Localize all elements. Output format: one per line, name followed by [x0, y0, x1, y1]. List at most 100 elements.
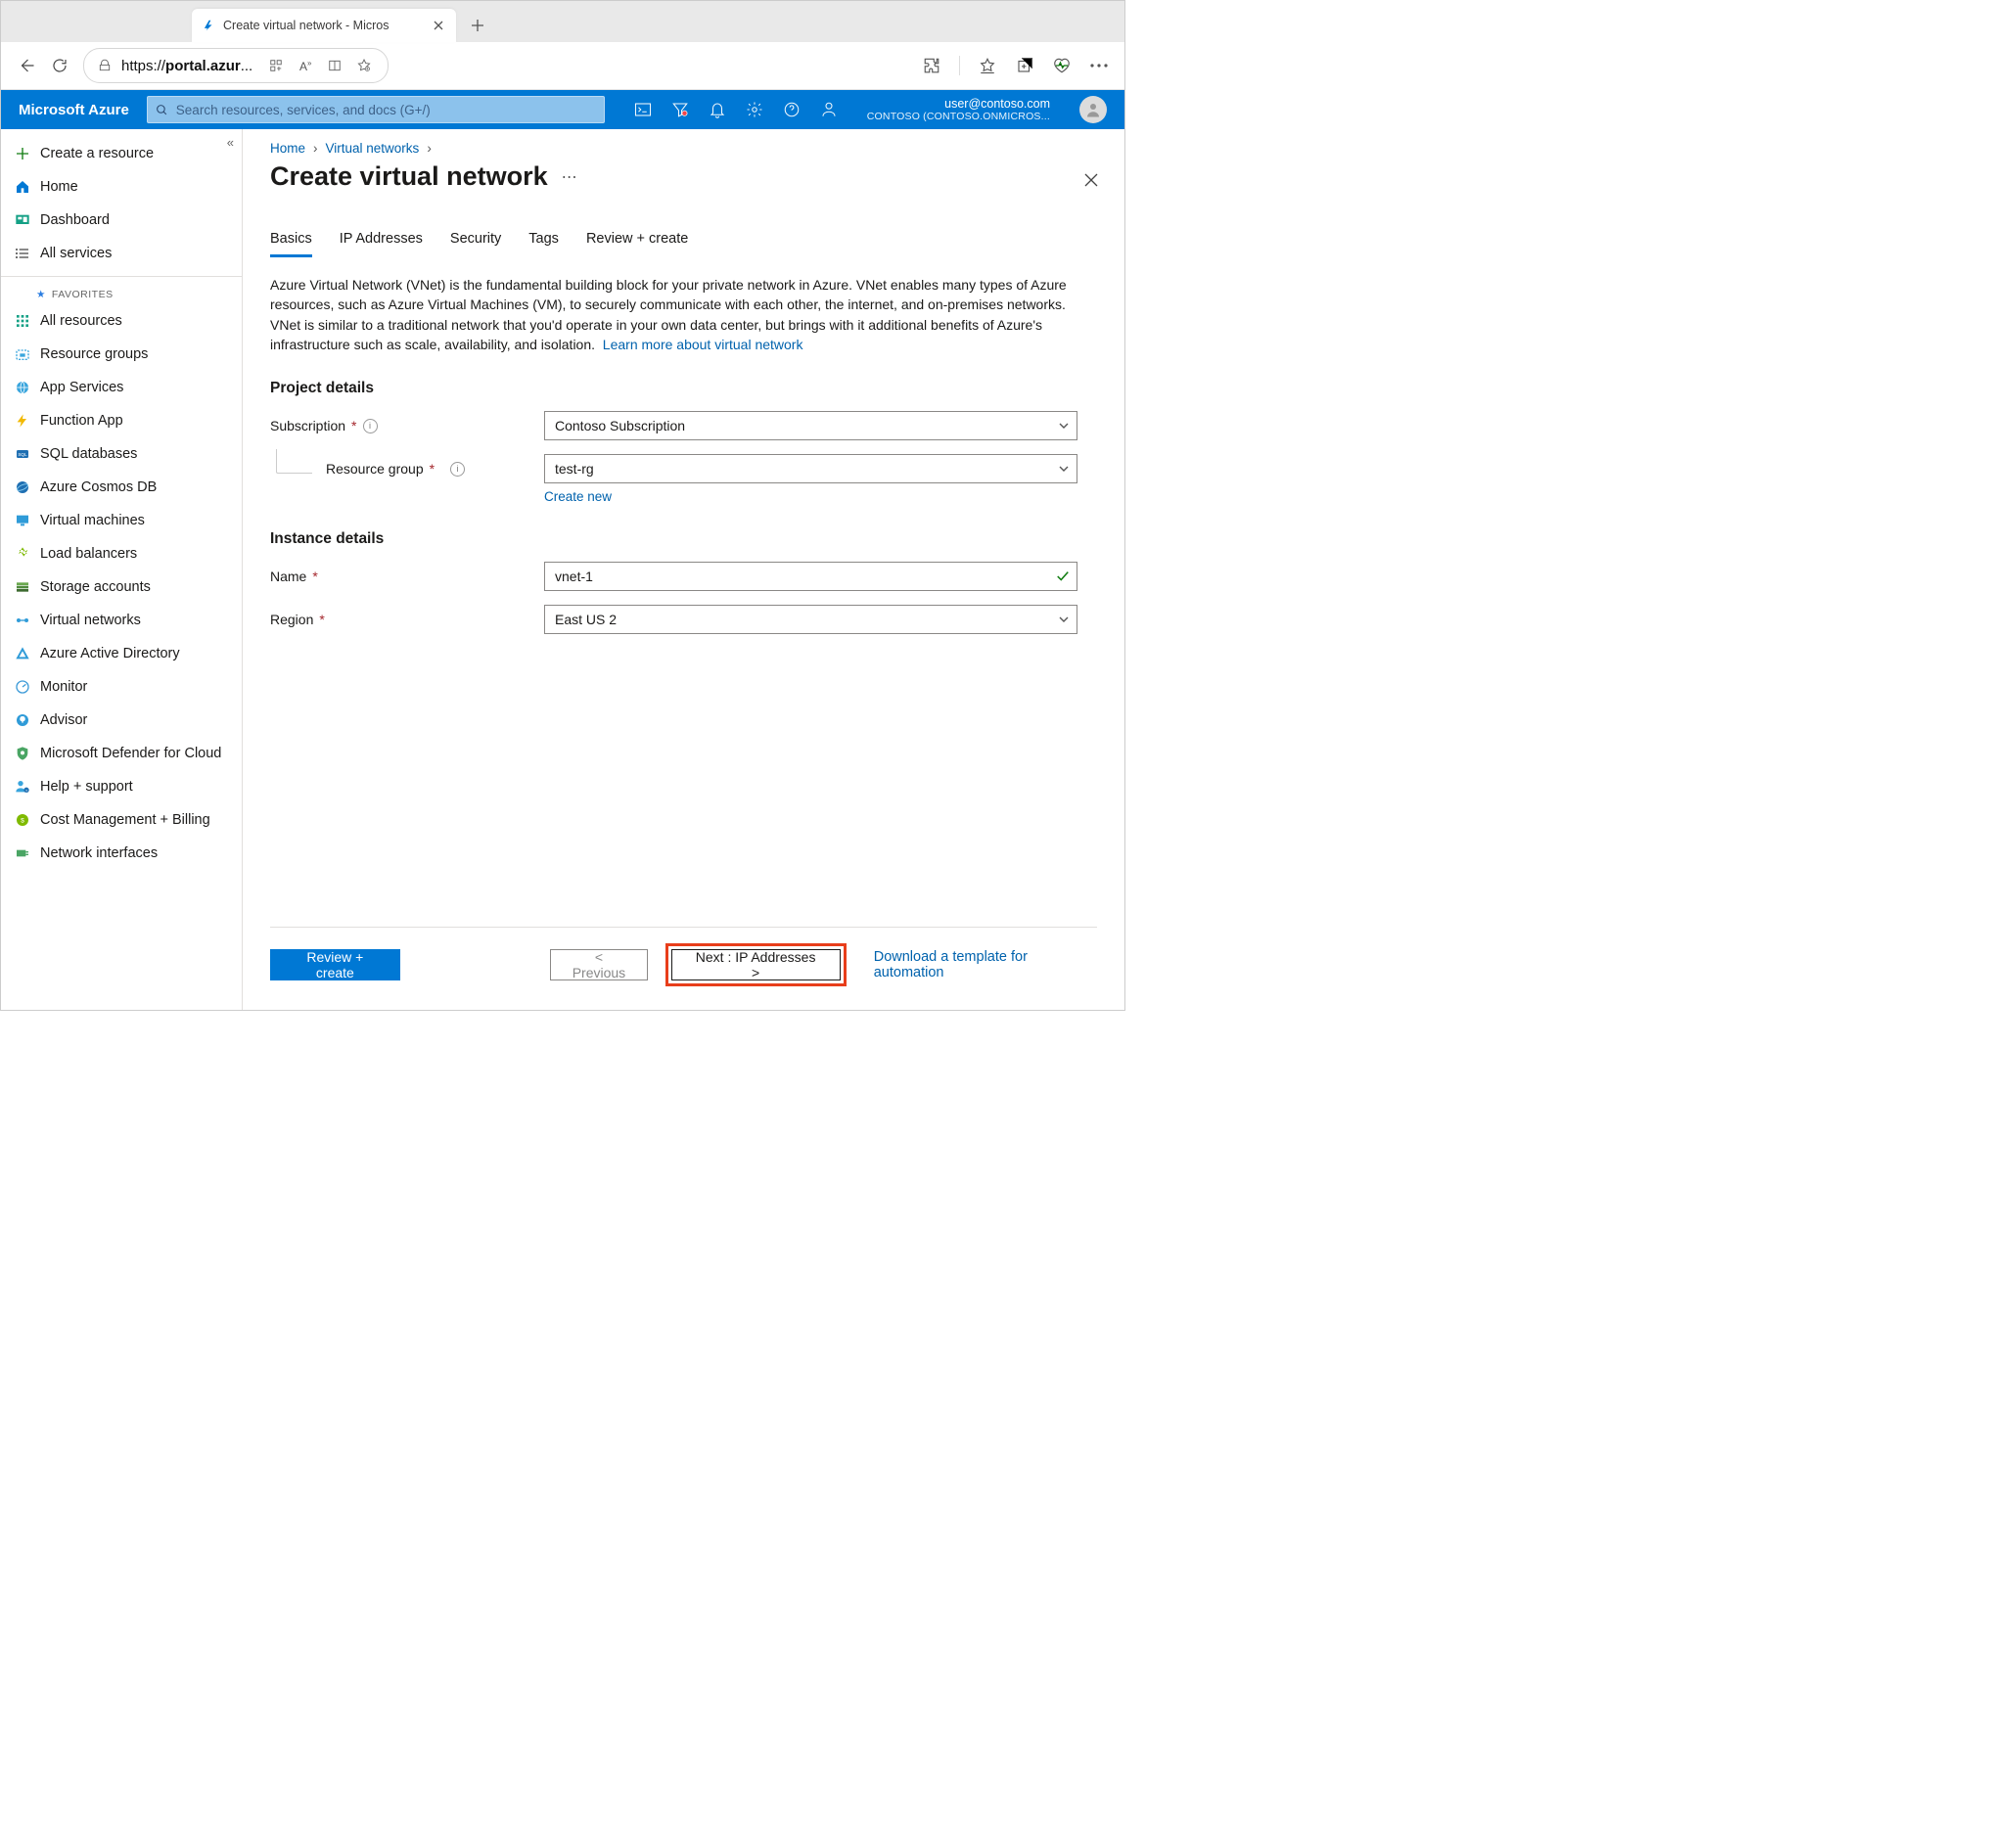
lock-icon	[98, 59, 112, 72]
sidebar-item-virtual-networks[interactable]: Virtual networks	[1, 604, 242, 637]
resource-group-select[interactable]: test-rg	[544, 454, 1077, 483]
lb-icon	[15, 546, 30, 562]
sidebar-item-monitor[interactable]: Monitor	[1, 670, 242, 704]
reading-mode-icon[interactable]: A»	[296, 56, 315, 75]
account-info[interactable]: user@contoso.com CONTOSO (CONTOSO.ONMICR…	[867, 97, 1050, 122]
learn-more-link[interactable]: Learn more about virtual network	[603, 337, 803, 352]
back-icon[interactable]	[17, 56, 36, 75]
sidebar-item-create-a-resource[interactable]: Create a resource	[1, 137, 242, 170]
tab-ip-addresses[interactable]: IP Addresses	[340, 227, 423, 256]
sidebar-item-label: Dashboard	[40, 212, 110, 228]
collections-icon[interactable]	[1015, 56, 1034, 75]
favorites-hub-icon[interactable]	[978, 56, 997, 75]
settings-icon[interactable]	[746, 101, 763, 118]
side-nav: « Create a resource Home Dashboard All serv…	[1, 129, 243, 1010]
sidebar-item-dashboard[interactable]: Dashboard	[1, 204, 242, 237]
favorites-header: ★FAVORITES	[1, 283, 242, 304]
new-tab-button[interactable]	[464, 12, 491, 39]
sidebar-item-storage-accounts[interactable]: Storage accounts	[1, 570, 242, 604]
sidebar-item-function-app[interactable]: Function App	[1, 404, 242, 437]
sidebar-item-virtual-machines[interactable]: Virtual machines	[1, 504, 242, 537]
aad-icon	[15, 646, 30, 661]
field-region: Region * East US 2	[270, 605, 1097, 634]
sidebar-item-azure-active-directory[interactable]: Azure Active Directory	[1, 637, 242, 670]
cloud-shell-icon[interactable]	[634, 101, 652, 118]
breadcrumb-vnet[interactable]: Virtual networks	[326, 141, 420, 156]
breadcrumb-home[interactable]: Home	[270, 141, 305, 156]
wizard-footer: Review + create < Previous Next : IP Add…	[270, 927, 1097, 1010]
tab-tags[interactable]: Tags	[528, 227, 559, 256]
sidebar-item-label: SQL databases	[40, 446, 137, 462]
feedback-icon[interactable]	[820, 101, 838, 118]
region-select[interactable]: East US 2	[544, 605, 1077, 634]
directory-filter-icon[interactable]	[671, 101, 689, 118]
download-template-link[interactable]: Download a template for automation	[874, 949, 1097, 980]
previous-button[interactable]: < Previous	[550, 949, 647, 980]
chevron-right-icon: ›	[427, 141, 432, 156]
split-icon[interactable]	[325, 56, 344, 75]
storage-icon	[15, 579, 30, 595]
sidebar-item-all-services[interactable]: All services	[1, 237, 242, 270]
refresh-icon[interactable]	[50, 56, 69, 75]
sidebar-item-all-resources[interactable]: All resources	[1, 304, 242, 338]
info-icon[interactable]: i	[363, 419, 378, 433]
azure-topbar: Microsoft Azure Search resources, servic…	[1, 90, 1124, 129]
home-icon	[15, 179, 30, 195]
sidebar-item-help-support[interactable]: ?Help + support	[1, 770, 242, 803]
notifications-icon[interactable]	[709, 101, 726, 118]
description: Azure Virtual Network (VNet) is the fund…	[270, 275, 1073, 354]
sidebar-item-label: All resources	[40, 313, 122, 329]
wizard-tabs: Basics IP Addresses Security Tags Review + c…	[270, 227, 1097, 257]
breadcrumb: Home › Virtual networks ›	[270, 141, 1097, 156]
sidebar-item-label: Cost Management + Billing	[40, 812, 210, 828]
next-button[interactable]: Next : IP Addresses >	[671, 949, 841, 980]
performance-icon[interactable]	[1052, 56, 1072, 75]
sidebar-item-load-balancers[interactable]: Load balancers	[1, 537, 242, 570]
info-icon[interactable]: i	[450, 462, 465, 477]
tab-review-create[interactable]: Review + create	[586, 227, 688, 256]
close-icon[interactable]	[431, 18, 446, 33]
more-commands-icon[interactable]: ⋯	[562, 167, 577, 187]
more-icon[interactable]	[1089, 56, 1109, 75]
review-create-button[interactable]: Review + create	[270, 949, 400, 980]
name-input[interactable]: vnet-1	[544, 562, 1077, 591]
cosmos-icon	[15, 479, 30, 495]
global-search[interactable]: Search resources, services, and docs (G+…	[147, 96, 605, 123]
sidebar-item-label: Virtual networks	[40, 613, 141, 628]
dashboard-icon	[15, 212, 30, 228]
rg-icon	[15, 346, 30, 362]
sidebar-item-cost-management-billing[interactable]: $Cost Management + Billing	[1, 803, 242, 837]
extensions-icon[interactable]	[922, 56, 941, 75]
sidebar-item-advisor[interactable]: Advisor	[1, 704, 242, 737]
azure-brand[interactable]: Microsoft Azure	[19, 102, 129, 118]
tab-basics[interactable]: Basics	[270, 227, 312, 256]
advisor-icon	[15, 712, 30, 728]
sidebar-item-app-services[interactable]: App Services	[1, 371, 242, 404]
browser-tab[interactable]: Create virtual network - Micros	[192, 9, 456, 42]
create-new-rg-link[interactable]: Create new	[544, 489, 612, 504]
apps-icon[interactable]	[266, 56, 286, 75]
subscription-select[interactable]: Contoso Subscription	[544, 411, 1077, 440]
sidebar-item-resource-groups[interactable]: Resource groups	[1, 338, 242, 371]
azure-icon	[202, 19, 215, 32]
close-panel-button[interactable]	[1083, 172, 1101, 190]
avatar[interactable]	[1079, 96, 1107, 123]
svg-text:SQL: SQL	[18, 452, 27, 457]
collapse-nav-icon[interactable]: «	[227, 135, 234, 150]
favorite-icon[interactable]	[354, 56, 374, 75]
sidebar-item-label: Create a resource	[40, 146, 154, 161]
sidebar-item-home[interactable]: Home	[1, 170, 242, 204]
help-icon[interactable]	[783, 101, 801, 118]
url-text: https://portal.azur...	[121, 58, 252, 74]
sidebar-item-label: Resource groups	[40, 346, 148, 362]
sidebar-item-microsoft-defender-for-cloud[interactable]: Microsoft Defender for Cloud	[1, 737, 242, 770]
address-bar[interactable]: https://portal.azur... A»	[83, 48, 389, 83]
section-project-details: Project details	[270, 380, 1097, 397]
sidebar-item-sql-databases[interactable]: SQL SQL databases	[1, 437, 242, 471]
main-content: Home › Virtual networks › Create virtual…	[243, 129, 1124, 1010]
sidebar-item-label: Home	[40, 179, 78, 195]
tab-security[interactable]: Security	[450, 227, 501, 256]
sidebar-item-network-interfaces[interactable]: Network interfaces	[1, 837, 242, 870]
sidebar-item-azure-cosmos-db[interactable]: Azure Cosmos DB	[1, 471, 242, 504]
grid-icon	[15, 313, 30, 329]
